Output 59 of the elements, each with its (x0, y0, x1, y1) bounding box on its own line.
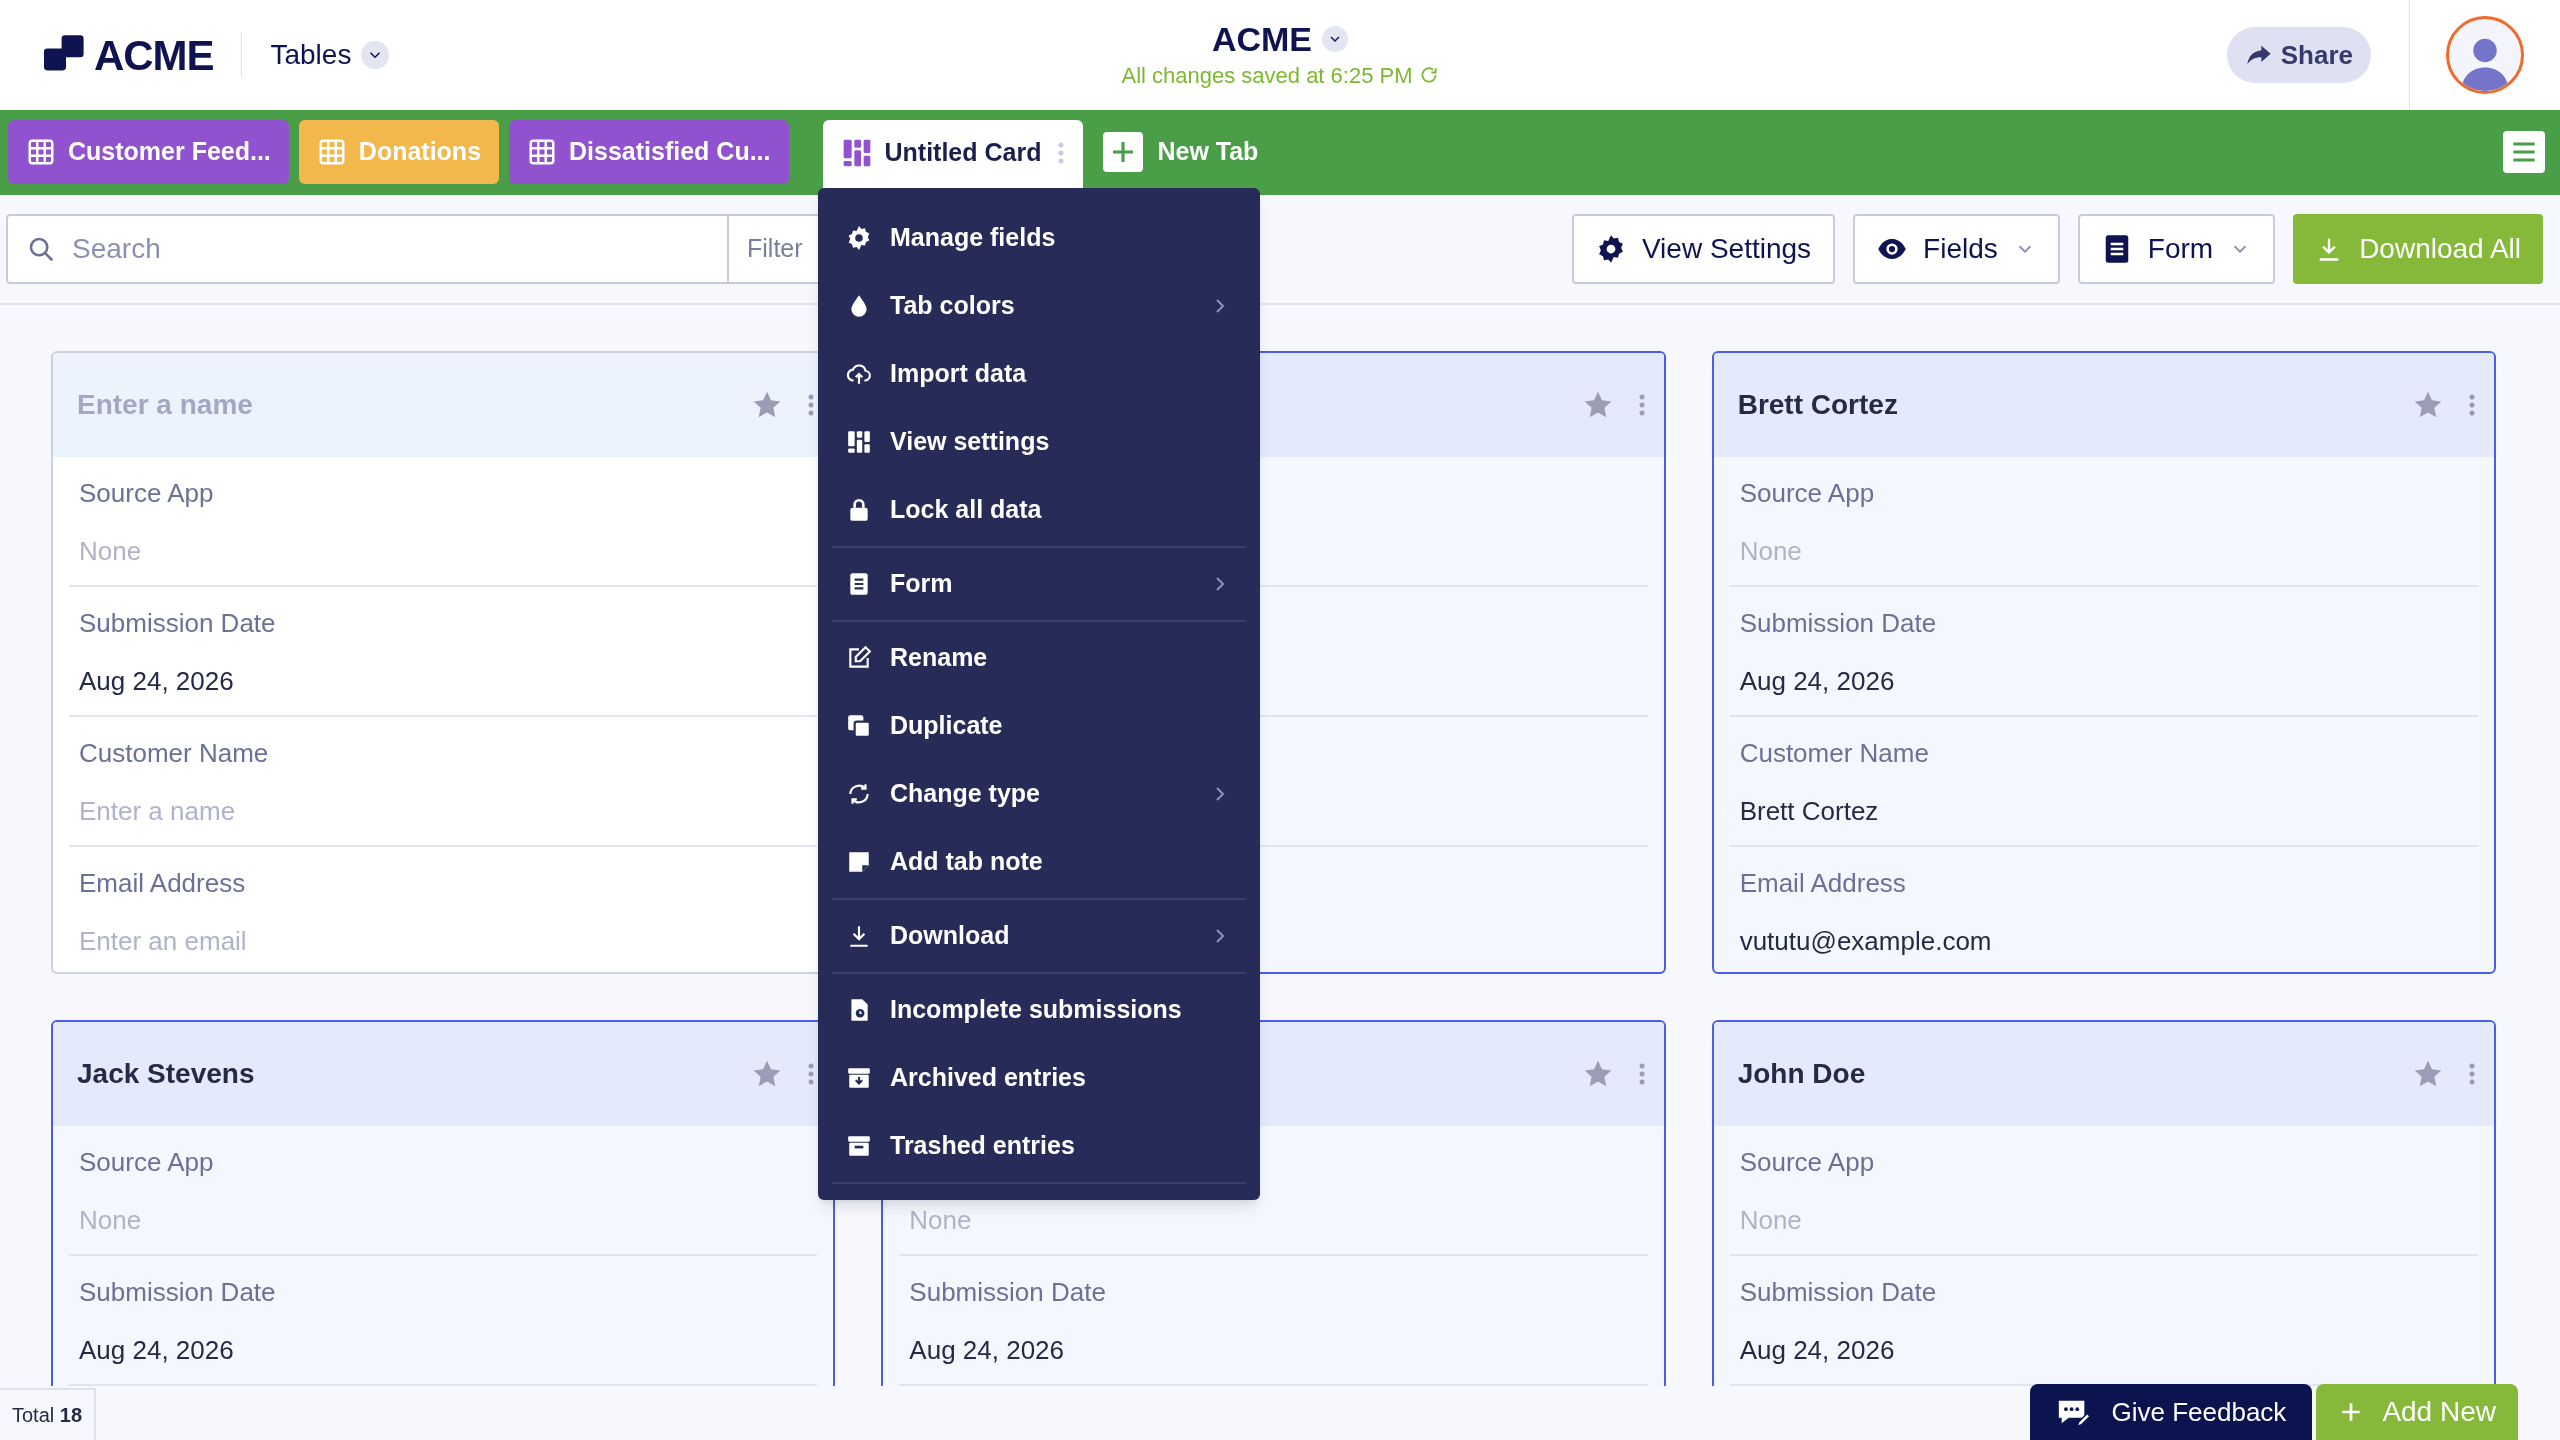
table-icon (26, 137, 56, 167)
field-label: Submission Date (1739, 607, 1938, 640)
field-value[interactable]: vututu@example.com (1739, 923, 2468, 959)
field-label: Customer Name (79, 737, 270, 770)
field-label: Source App (79, 477, 215, 510)
field-label: Submission Date (79, 1276, 277, 1309)
filter-button[interactable]: Filter (747, 230, 803, 268)
cards-icon (846, 429, 872, 455)
refresh-icon[interactable] (1418, 65, 1439, 85)
tables-dropdown[interactable]: Tables (270, 34, 390, 76)
field-label: Submission Date (909, 1276, 1107, 1309)
total-count: Total 18 (12, 1403, 83, 1428)
field-value[interactable]: Aug 24, 2026 (909, 1332, 1638, 1368)
edit-icon (846, 645, 872, 671)
record-card[interactable]: John Doe Source App None Submission Date Aug 24, 2026 (1711, 1020, 2496, 1386)
copy-icon (846, 713, 872, 739)
field-value[interactable]: Aug 24, 2026 (79, 1332, 808, 1368)
field-value[interactable]: Brett Cortez (1739, 793, 2468, 829)
give-feedback-button[interactable]: Give Feedback (2029, 1384, 2313, 1440)
card-title: Brett Cortez (1737, 388, 1898, 422)
chevron-down-icon[interactable] (1322, 25, 1349, 52)
app-title: ACME (1211, 18, 1313, 59)
menu-item[interactable]: Tab colors (818, 272, 1260, 340)
field-label: Source App (1739, 477, 1876, 510)
record-card[interactable]: Brett Cortez Source App None Submission Date Aug 24, 2026 Customer Name Brett Cortez Email Address vututu@example.com (1711, 351, 2496, 974)
toolbar-button[interactable]: View Settings (1571, 214, 1836, 284)
field-value[interactable]: Aug 24, 2026 (1739, 663, 2468, 699)
acme-logo[interactable]: ACME (44, 23, 214, 87)
field-label: Source App (1739, 1146, 1876, 1179)
tab[interactable]: Dissatisfied Cu... (509, 120, 789, 184)
refresh-icon (846, 781, 872, 807)
tab[interactable]: Customer Feed... (8, 120, 289, 184)
archive-icon (846, 1065, 872, 1091)
table-icon (527, 137, 558, 167)
field-label: Submission Date (79, 607, 277, 640)
field-label: Customer Name (1739, 737, 1930, 770)
card-title: John Doe (1737, 1057, 1866, 1091)
field-label: Submission Date (1739, 1276, 1938, 1309)
card-title: Jack Stevens (77, 1057, 255, 1091)
field-value[interactable]: Aug 24, 2026 (79, 663, 808, 699)
gear-icon (846, 225, 872, 251)
search-field[interactable]: Search (72, 228, 709, 270)
plus-icon (1103, 132, 1144, 172)
field-label: Source App (79, 1146, 215, 1179)
field-label: Email Address (79, 867, 247, 900)
menu-icon[interactable] (2503, 131, 2545, 173)
field-label: Email Address (1739, 867, 1907, 900)
save-status: All changes saved at 6:25 PM (1121, 61, 1413, 90)
trash-box-icon (846, 1133, 872, 1159)
toolbar-button[interactable]: Form (2077, 214, 2276, 284)
card-title-placeholder: Enter a name (77, 388, 253, 422)
chevron-down-icon (361, 41, 390, 69)
note-icon (846, 849, 872, 875)
share-button[interactable]: Share (2226, 27, 2371, 83)
toolbar-button[interactable]: Fields (1853, 214, 2060, 284)
record-card[interactable]: Jack Stevens Source App None Submission Date Aug 24, 2026 (51, 1020, 836, 1386)
field-value[interactable]: Aug 24, 2026 (1739, 1332, 2468, 1368)
upload-icon (846, 361, 872, 387)
menu-item[interactable]: Manage fields (818, 204, 1260, 272)
